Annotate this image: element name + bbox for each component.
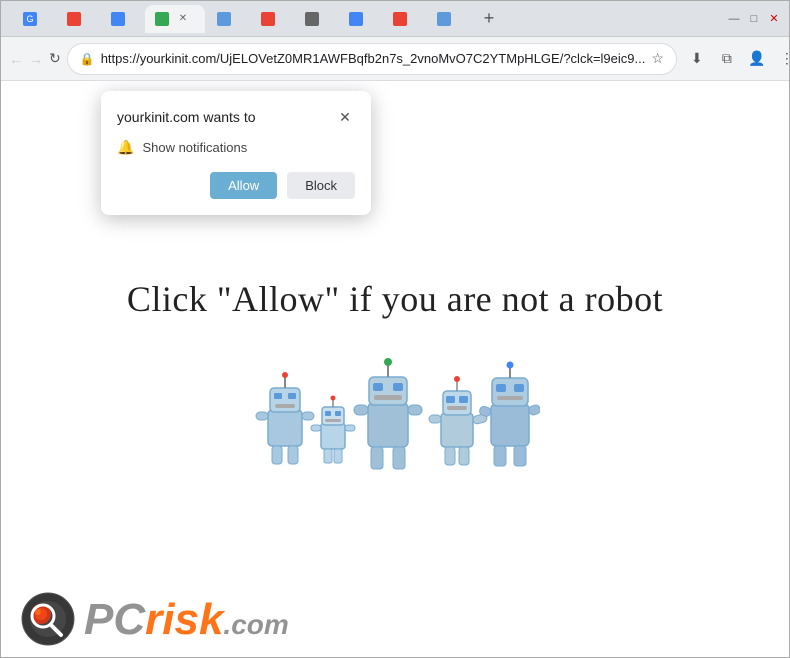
maximize-button[interactable]: □ — [747, 12, 761, 26]
lock-icon: 🔒 — [80, 52, 95, 66]
address-bar[interactable]: 🔒 https://yourkinit.com/UjELOVetZ0MR1AWF… — [67, 43, 677, 75]
tab-favicon-7 — [305, 12, 319, 26]
popup-permission-row: 🔔 Show notifications — [117, 139, 355, 156]
tab-close-btn[interactable]: ✕ — [175, 11, 191, 27]
pcrisk-logo — [21, 592, 76, 647]
content-area: yourkinit.com wants to ✕ 🔔 Show notifica… — [1, 81, 789, 657]
back-button[interactable]: ← — [9, 45, 23, 73]
pcrisk-brand-text: PC risk .com — [84, 595, 289, 645]
window-controls: — □ ✕ — [727, 12, 781, 26]
allow-button[interactable]: Allow — [210, 172, 277, 199]
tab-8[interactable] — [339, 5, 381, 33]
footer-watermark: PC risk .com — [21, 592, 289, 647]
risk-text: risk — [145, 595, 223, 645]
tab-favicon-5 — [217, 12, 231, 26]
title-bar: G ✕ — [1, 1, 789, 37]
close-button[interactable]: ✕ — [767, 12, 781, 26]
tab-9[interactable] — [383, 5, 425, 33]
popup-close-button[interactable]: ✕ — [335, 107, 355, 127]
tab-5[interactable] — [207, 5, 249, 33]
refresh-button[interactable]: ↻ — [49, 45, 61, 73]
tab-3[interactable] — [101, 5, 143, 33]
tab-favicon-8 — [349, 12, 363, 26]
popup-buttons: Allow Block — [117, 172, 355, 199]
new-tab-button[interactable]: + — [475, 5, 503, 33]
popup-header: yourkinit.com wants to ✕ — [117, 107, 355, 127]
pc-text: PC — [84, 595, 145, 645]
permission-text: Show notifications — [142, 140, 247, 155]
tab-4-active[interactable]: ✕ — [145, 5, 205, 33]
tab-favicon-6 — [261, 12, 275, 26]
bookmark-icon[interactable]: ☆ — [651, 50, 664, 67]
robots-svg — [250, 350, 540, 480]
tab-favicon-2 — [67, 12, 81, 26]
forward-button[interactable]: → — [29, 45, 43, 73]
main-heading: Click "Allow" if you are not a robot — [127, 278, 663, 320]
notification-popup: yourkinit.com wants to ✕ 🔔 Show notifica… — [101, 91, 371, 215]
tab-favicon-1: G — [23, 12, 37, 26]
tab-2[interactable] — [57, 5, 99, 33]
toolbar-icons: ⬇ ⧉ 👤 ⋮ — [683, 45, 790, 73]
tab-6[interactable] — [251, 5, 293, 33]
tab-10[interactable] — [427, 5, 469, 33]
url-text: https://yourkinit.com/UjELOVetZ0MR1AWFBq… — [101, 51, 646, 66]
profile-icon[interactable]: 👤 — [743, 45, 771, 73]
extensions-icon[interactable]: ⧉ — [713, 45, 741, 73]
nav-bar: ← → ↻ 🔒 https://yourkinit.com/UjELOVetZ0… — [1, 37, 789, 81]
tab-7[interactable] — [295, 5, 337, 33]
tab-favicon-9 — [393, 12, 407, 26]
tab-favicon-3 — [111, 12, 125, 26]
tab-bar: G ✕ — [9, 5, 723, 33]
block-button[interactable]: Block — [287, 172, 355, 199]
minimize-button[interactable]: — — [727, 12, 741, 26]
browser-window: G ✕ — [0, 0, 790, 658]
bell-icon: 🔔 — [117, 139, 134, 156]
robots-illustration — [250, 350, 540, 480]
tab-favicon-4 — [155, 12, 169, 26]
popup-title: yourkinit.com wants to — [117, 109, 256, 125]
tab-favicon-10 — [437, 12, 451, 26]
tab-1[interactable]: G — [13, 5, 55, 33]
download-icon[interactable]: ⬇ — [683, 45, 711, 73]
com-text: .com — [223, 609, 288, 641]
menu-icon[interactable]: ⋮ — [773, 45, 790, 73]
